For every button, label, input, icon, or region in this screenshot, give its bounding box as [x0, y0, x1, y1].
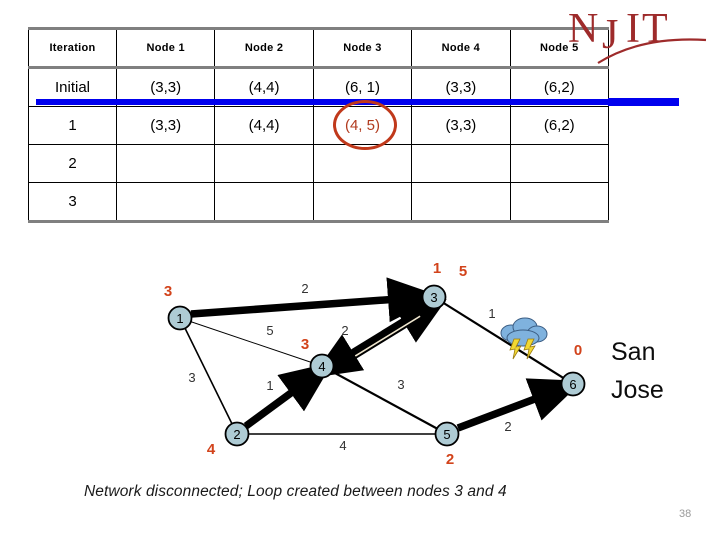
edge-4-5	[321, 365, 448, 435]
column-header-node1: Node 1	[115, 27, 216, 68]
distance-label-node-3: 1	[433, 260, 441, 277]
table-header-row: Iteration Node 1 Node 2 Node 3 Node 4 No…	[28, 27, 609, 68]
distance-label-node-4: 3	[301, 336, 309, 353]
node-4[interactable]: 4	[309, 353, 335, 379]
city-label-line1: San	[611, 338, 655, 366]
cell-node2: (4,4)	[214, 106, 314, 145]
cell-node1: (3,3)	[115, 106, 216, 145]
cell-node3	[312, 182, 413, 223]
cell-iteration: 1	[28, 106, 117, 145]
node-2[interactable]: 2	[224, 421, 250, 447]
node-3[interactable]: 3	[421, 284, 447, 310]
distance-label-node-5: 2	[446, 451, 454, 468]
distance-label-node-6: 0	[574, 342, 582, 359]
edge-2-4-arrow	[243, 362, 333, 430]
edge-1-3-arrow	[190, 277, 441, 323]
distance-label-node-2: 4	[207, 441, 216, 458]
node-4-label: 4	[318, 359, 325, 374]
edge-3-6-broken	[433, 296, 574, 385]
cost-label-1-2: 3	[188, 370, 195, 385]
cost-label-3-6: 1	[488, 306, 495, 321]
edge-3-4-loop-double-arrow	[311, 299, 447, 378]
circled-value: (4, 5)	[344, 117, 380, 134]
column-header-node2: Node 2	[214, 27, 314, 68]
city-label-line2: Jose	[611, 376, 664, 404]
distance-label-extra: 5	[459, 263, 467, 280]
node-5[interactable]: 5	[434, 421, 460, 447]
cell-iteration: 3	[28, 182, 117, 223]
cost-label-5-6: 2	[504, 419, 511, 434]
distance-vector-table: Iteration Node 1 Node 2 Node 3 Node 4 No…	[28, 27, 609, 223]
node-1[interactable]: 1	[167, 305, 193, 331]
cell-node5	[509, 144, 609, 183]
table-row: 2	[28, 144, 609, 183]
column-header-node4: Node 4	[411, 27, 511, 68]
node-2-label: 2	[233, 427, 240, 442]
column-header-iteration: Iteration	[28, 27, 117, 68]
svg-text:T: T	[642, 8, 668, 52]
cell-node4	[411, 182, 511, 223]
cell-node3	[312, 144, 413, 183]
cost-label-1-4: 5	[266, 323, 273, 338]
table-row: 1 (3,3) (4,4) (4, 5) (3,3) (6,2)	[28, 106, 609, 145]
node-6[interactable]: 6	[560, 371, 586, 397]
slide-caption: Network disconnected; Loop created betwe…	[84, 483, 507, 500]
cell-node5	[509, 182, 609, 223]
svg-text:I: I	[626, 8, 640, 52]
node-6-label: 6	[569, 377, 576, 392]
cell-node1	[115, 182, 216, 223]
distance-label-node-1: 3	[164, 283, 172, 300]
edge-group-thin	[179, 296, 574, 435]
cost-label-2-5: 4	[339, 438, 346, 453]
cell-node4: (3,3)	[411, 106, 511, 145]
cost-label-3-4: 2	[341, 323, 348, 338]
table-row: 3	[28, 182, 609, 223]
node-5-label: 5	[443, 427, 450, 442]
blue-highlight-bar	[36, 99, 609, 105]
cell-node2	[214, 182, 314, 223]
cell-iteration: 2	[28, 144, 117, 183]
node-1-label: 1	[176, 311, 183, 326]
cell-node5: (6,2)	[509, 106, 609, 145]
blue-highlight-bar-extension	[608, 98, 679, 106]
page-number: 38	[679, 508, 692, 520]
column-header-node3: Node 3	[312, 27, 413, 68]
cell-node3: (4, 5)	[312, 106, 413, 145]
column-header-node5: Node 5	[509, 27, 609, 68]
cost-label-1-3: 2	[301, 281, 308, 296]
cell-node1	[115, 144, 216, 183]
city-label: San Jose	[611, 338, 664, 404]
cost-label-4-5: 3	[397, 377, 404, 392]
node-3-label: 3	[430, 290, 437, 305]
loop-arrow-separator	[341, 315, 421, 365]
cost-label-2-4: 1	[266, 378, 273, 393]
cell-node2	[214, 144, 314, 183]
network-topology-graph: 2 5 3 1 4 2 3 1 2 1 2 3 4 5 6 3 4 1 3 2 …	[164, 260, 664, 468]
cell-node4	[411, 144, 511, 183]
edge-group-thick	[190, 277, 583, 432]
slide-canvas: N J I T Iteration Node 1 Node 2 Node 3 N…	[0, 0, 720, 540]
